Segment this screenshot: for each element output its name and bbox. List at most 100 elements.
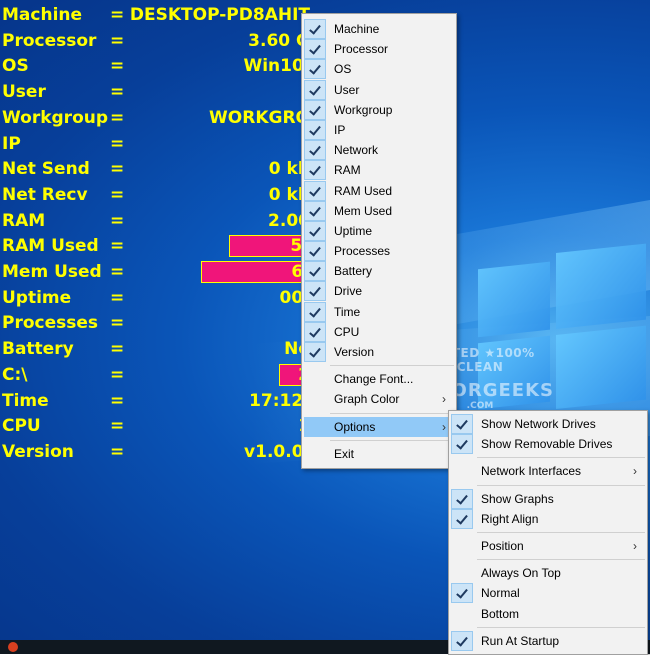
checkmark-icon bbox=[304, 220, 326, 241]
menu-item-processes[interactable]: Processes bbox=[304, 241, 456, 262]
menu-item-processor[interactable]: Processor bbox=[304, 39, 456, 60]
menu-item-label: Normal bbox=[481, 586, 520, 601]
menu-item-ram-used[interactable]: RAM Used bbox=[304, 180, 456, 201]
info-equals: = bbox=[110, 313, 125, 334]
menu-item-show-graphs[interactable]: Show Graphs bbox=[451, 488, 647, 509]
info-row-ram-used: RAM Used=5( bbox=[0, 234, 310, 259]
info-row-drive: C:\=2 bbox=[0, 363, 310, 388]
menu-item-ram[interactable]: RAM bbox=[304, 160, 456, 181]
menu-item-normal[interactable]: Normal bbox=[451, 583, 647, 604]
menu-item-label: Mem Used bbox=[334, 203, 393, 218]
menu-item-label: Options bbox=[334, 419, 376, 434]
info-row-ip: IP = bbox=[0, 132, 310, 157]
checkmark-icon bbox=[304, 200, 326, 221]
info-label: RAM bbox=[2, 210, 46, 231]
menu-item-label: OS bbox=[334, 62, 352, 77]
menu-item-graph-color[interactable]: Graph Color › bbox=[304, 389, 456, 409]
menu-item-time[interactable]: Time bbox=[304, 301, 456, 322]
menu-item-label: Exit bbox=[334, 446, 355, 461]
menu-item-label: Time bbox=[334, 304, 361, 319]
menu-item-change-font[interactable]: Change Font... bbox=[304, 369, 456, 389]
info-label: User bbox=[2, 82, 46, 103]
info-row-os: OS = Win10/ bbox=[0, 54, 310, 79]
info-row-cpu: CPU=1 bbox=[0, 414, 310, 439]
chevron-right-icon: › bbox=[633, 464, 637, 479]
menu-item-show-network-drives[interactable]: Show Network Drives bbox=[451, 414, 647, 434]
menu-item-ip[interactable]: IP bbox=[304, 119, 456, 140]
menu-item-user[interactable]: User bbox=[304, 79, 456, 100]
menu-item-show-removable-drives[interactable]: Show Removable Drives bbox=[451, 434, 647, 455]
info-equals: = bbox=[110, 30, 125, 51]
menu-item-drive[interactable]: Drive bbox=[304, 281, 456, 302]
menu-item-right-align[interactable]: Right Align bbox=[451, 508, 647, 529]
info-equals: = bbox=[110, 107, 125, 128]
menu-item-network[interactable]: Network bbox=[304, 140, 456, 161]
checkmark-icon bbox=[304, 281, 326, 302]
menu-item-label: RAM bbox=[334, 163, 361, 178]
start-button-icon[interactable] bbox=[8, 642, 18, 652]
checkmark-icon bbox=[451, 630, 473, 651]
menu-separator bbox=[330, 365, 454, 367]
menu-item-label: Processor bbox=[334, 42, 389, 57]
info-label: Processor bbox=[2, 30, 97, 51]
menu-item-label: Machine bbox=[334, 22, 380, 36]
menu-item-os[interactable]: OS bbox=[304, 59, 456, 80]
info-equals: = bbox=[110, 82, 125, 103]
menu-item-label: Right Align bbox=[481, 511, 539, 526]
info-label: Net Send bbox=[2, 159, 90, 180]
menu-item-label: Drive bbox=[334, 284, 363, 299]
menu-item-machine[interactable]: Machine bbox=[304, 19, 456, 39]
info-row-mem-used: Mem Used=6; bbox=[0, 260, 310, 285]
menu-item-label: Show Network Drives bbox=[481, 417, 596, 431]
info-row-user: User=J bbox=[0, 80, 310, 105]
menu-item-position[interactable]: Position › bbox=[451, 536, 647, 556]
info-label: Machine bbox=[2, 5, 83, 25]
menu-item-label: CPU bbox=[334, 324, 360, 339]
menu-item-exit[interactable]: Exit bbox=[304, 444, 456, 464]
checkmark-icon bbox=[304, 241, 326, 262]
info-row-net-send: Net Send = 0 kb bbox=[0, 157, 310, 182]
options-submenu[interactable]: Show Network Drives Show Removable Drive… bbox=[448, 410, 648, 655]
menu-item-label: Always On Top bbox=[481, 566, 561, 581]
info-equals: = bbox=[110, 287, 125, 308]
menu-item-workgroup[interactable]: Workgroup bbox=[304, 99, 456, 120]
menu-item-label: IP bbox=[334, 122, 346, 137]
checkmark-icon bbox=[304, 59, 326, 80]
menu-item-network-interfaces[interactable]: Network Interfaces › bbox=[451, 461, 647, 481]
menu-item-options[interactable]: Options › bbox=[304, 416, 456, 437]
info-label: IP bbox=[2, 133, 21, 154]
menu-item-uptime[interactable]: Uptime bbox=[304, 220, 456, 241]
menu-item-bottom[interactable]: Bottom bbox=[451, 604, 647, 624]
menu-item-label: User bbox=[334, 82, 360, 97]
menu-item-run-at-startup[interactable]: Run At Startup bbox=[451, 630, 647, 651]
info-label: OS bbox=[2, 56, 29, 77]
info-row-workgroup: Workgroup = WORKGRO bbox=[0, 106, 310, 131]
checkmark-icon bbox=[304, 140, 326, 161]
menu-item-label: Workgroup bbox=[334, 102, 393, 117]
menu-separator bbox=[477, 626, 645, 628]
checkmark-icon bbox=[304, 301, 326, 322]
info-row-uptime: Uptime = 00: bbox=[0, 286, 310, 311]
menu-item-always-on-top[interactable]: Always On Top bbox=[451, 563, 647, 583]
info-label: Processes bbox=[2, 313, 99, 334]
info-row-processes: Processes = bbox=[0, 311, 310, 336]
menu-item-cpu[interactable]: CPU bbox=[304, 321, 456, 342]
menu-separator bbox=[330, 412, 454, 414]
checkmark-icon bbox=[304, 342, 326, 362]
info-equals: = bbox=[110, 416, 125, 437]
info-label: C:\ bbox=[2, 364, 28, 385]
menu-separator bbox=[330, 439, 454, 441]
chevron-right-icon: › bbox=[633, 538, 637, 553]
info-row-net-recv: Net Recv = 0 kb bbox=[0, 183, 310, 208]
checkmark-icon bbox=[304, 39, 326, 60]
menu-item-battery[interactable]: Battery bbox=[304, 261, 456, 282]
context-menu[interactable]: Machine Processor OS User Workgroup IP N… bbox=[301, 13, 457, 469]
menu-item-version[interactable]: Version bbox=[304, 342, 456, 362]
info-label: CPU bbox=[2, 416, 41, 437]
checkmark-icon bbox=[304, 119, 326, 140]
info-equals: = bbox=[110, 236, 125, 257]
menu-item-label: Graph Color bbox=[334, 392, 400, 407]
info-equals: = bbox=[110, 184, 125, 205]
menu-item-mem-used[interactable]: Mem Used bbox=[304, 200, 456, 221]
menu-item-label: Battery bbox=[334, 264, 373, 279]
